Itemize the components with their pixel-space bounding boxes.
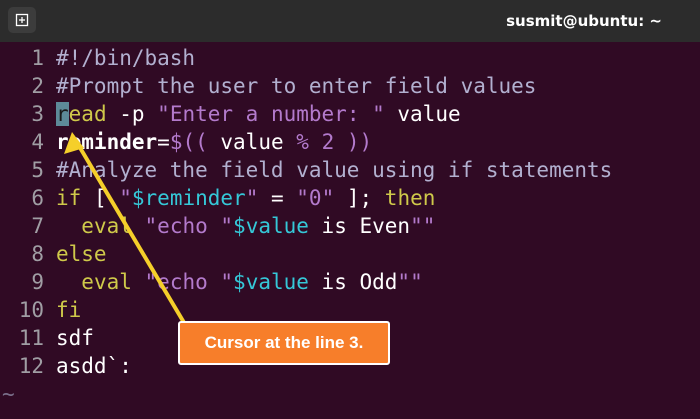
annotation-callout: Cursor at the line 3. xyxy=(178,321,390,365)
arrow-shaft xyxy=(77,144,188,328)
